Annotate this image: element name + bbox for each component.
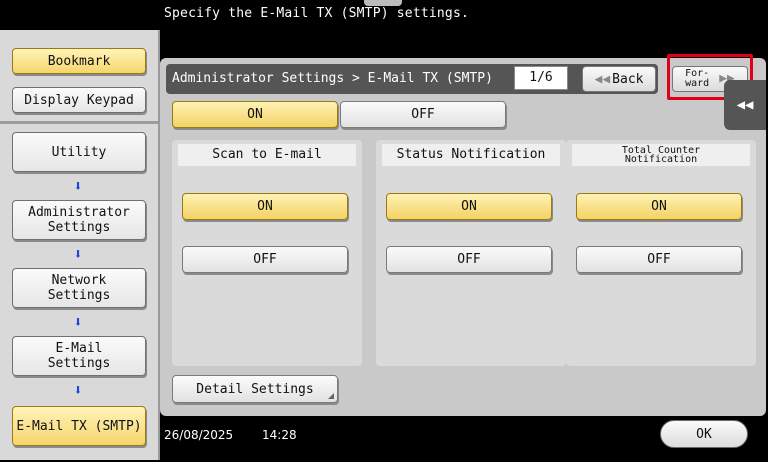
- breadcrumb-utility[interactable]: Utility: [12, 132, 146, 172]
- breadcrumb-line2: Settings: [47, 220, 111, 235]
- off-label: OFF: [411, 107, 435, 122]
- breadcrumb-label: E-Mail TX (SMTP): [16, 418, 142, 434]
- column-title: Scan to E-mail: [178, 144, 356, 166]
- on-label: ON: [247, 107, 263, 122]
- status-date: 26/08/2025: [164, 428, 234, 442]
- total-counter-on-button[interactable]: ON: [576, 193, 742, 220]
- status-time: 14:28: [262, 428, 297, 442]
- arrow-down-icon: ⬇: [73, 245, 83, 263]
- page-title: Administrator Settings > E-Mail TX (SMTP…: [172, 71, 493, 86]
- display-keypad-button[interactable]: Display Keypad: [12, 87, 146, 113]
- breadcrumb-label: Utility: [51, 144, 107, 160]
- breadcrumb-label: Administrator Settings: [28, 205, 130, 235]
- breadcrumb-email-settings[interactable]: E-Mail Settings: [12, 336, 146, 376]
- double-chevron-left-icon: ◀◀: [736, 97, 754, 113]
- sidebar-divider: [0, 121, 158, 124]
- off-label: OFF: [457, 252, 481, 267]
- column-scan-to-email: Scan to E-mail ON OFF: [172, 140, 362, 366]
- off-label: OFF: [647, 252, 671, 267]
- main-on-button[interactable]: ON: [172, 101, 338, 128]
- on-label: ON: [651, 199, 667, 214]
- status-notification-on-button[interactable]: ON: [386, 193, 552, 220]
- detail-settings-label: Detail Settings: [196, 381, 314, 397]
- back-button[interactable]: ◀◀ Back: [582, 66, 656, 92]
- status-notification-off-button[interactable]: OFF: [386, 246, 552, 273]
- double-chevron-left-icon: ◀◀: [594, 71, 611, 87]
- bookmark-button[interactable]: Bookmark: [12, 48, 146, 74]
- breadcrumb-label: E-Mail Settings: [48, 341, 111, 371]
- display-keypad-label: Display Keypad: [24, 92, 134, 108]
- breadcrumb-line2: Settings: [47, 356, 111, 371]
- breadcrumb-line1: Network: [51, 273, 107, 288]
- breadcrumb-label: Network Settings: [48, 273, 111, 303]
- breadcrumb-administrator-settings[interactable]: Administrator Settings: [12, 200, 146, 240]
- page-indicator: 1/6: [514, 66, 568, 90]
- on-label: ON: [257, 199, 273, 214]
- off-label: OFF: [253, 252, 277, 267]
- side-panel-tab[interactable]: ◀◀: [724, 80, 766, 130]
- column-title-line2: Notification: [624, 154, 698, 165]
- on-label: ON: [461, 199, 477, 214]
- breadcrumb-email-tx-smtp[interactable]: E-Mail TX (SMTP): [12, 406, 146, 446]
- bookmark-label: Bookmark: [47, 53, 111, 69]
- breadcrumb-line2: Settings: [47, 288, 111, 303]
- corner-triangle-icon: [328, 393, 334, 399]
- ok-label: OK: [696, 426, 712, 442]
- total-counter-off-button[interactable]: OFF: [576, 246, 742, 273]
- scan-to-email-on-button[interactable]: ON: [182, 193, 348, 220]
- arrow-down-icon: ⬇: [73, 177, 83, 195]
- scan-to-email-off-button[interactable]: OFF: [182, 246, 348, 273]
- instruction-text: Specify the E-Mail TX (SMTP) settings.: [164, 6, 470, 21]
- main-off-button[interactable]: OFF: [340, 101, 506, 128]
- column-total-counter-notification: Total Counter Notification ON OFF: [566, 140, 756, 366]
- breadcrumb-network-settings[interactable]: Network Settings: [12, 268, 146, 308]
- arrow-down-icon: ⬇: [73, 313, 83, 331]
- column-status-notification: Status Notification ON OFF: [376, 140, 566, 366]
- column-title: Status Notification: [382, 144, 560, 166]
- column-title: Total Counter Notification: [572, 144, 750, 166]
- breadcrumb-line1: E-Mail: [55, 341, 103, 356]
- breadcrumb-line1: Administrator: [28, 205, 130, 220]
- ok-button[interactable]: OK: [660, 420, 748, 448]
- arrow-down-icon: ⬇: [73, 381, 83, 399]
- back-label: Back: [612, 71, 644, 87]
- detail-settings-button[interactable]: Detail Settings: [172, 375, 338, 403]
